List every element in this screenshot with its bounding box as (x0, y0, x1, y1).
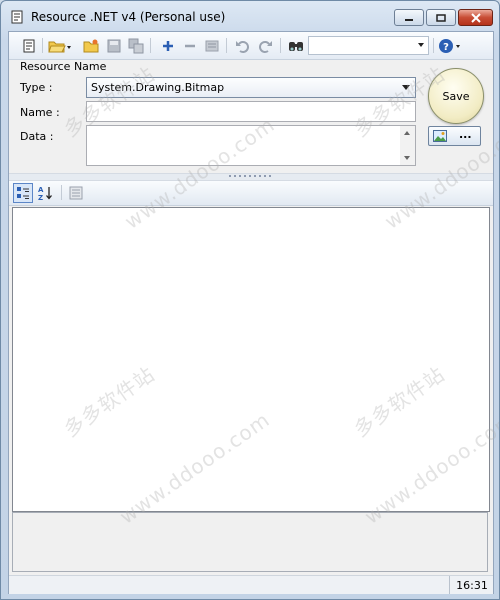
property-toolbar: AZ (9, 181, 493, 206)
browse-ellipsis: ... (459, 128, 472, 141)
toolbar-separator (42, 38, 43, 53)
panel-splitter[interactable] (9, 173, 493, 181)
open-button[interactable] (47, 36, 73, 55)
search-combo[interactable] (308, 36, 429, 55)
maximize-icon (427, 10, 455, 25)
main-toolbar: ? (9, 32, 493, 60)
status-time: 16:31 (449, 576, 494, 594)
image-icon (433, 130, 447, 142)
open-icon (48, 41, 71, 52)
browse-image-button[interactable]: ... (428, 126, 481, 146)
sort-alpha-icon: AZ (38, 186, 52, 201)
property-pages-icon (69, 186, 83, 200)
help-icon: ? (439, 38, 460, 53)
minimize-button[interactable] (394, 9, 424, 26)
find-icon (288, 41, 303, 51)
client-area: ? Resource Name Type : System.Drawing.Bi… (8, 31, 494, 594)
save-copy-button[interactable] (126, 36, 145, 55)
data-scrollbar[interactable] (400, 126, 415, 165)
chevron-down-icon[interactable] (418, 43, 424, 47)
alphabetical-button[interactable]: AZ (36, 183, 56, 203)
maximize-button[interactable] (426, 9, 456, 26)
svg-text:A: A (38, 186, 44, 194)
redo-button[interactable] (256, 36, 275, 55)
toolbar-separator (433, 38, 434, 53)
type-label: Type : (20, 81, 53, 94)
toolbar-separator (226, 38, 227, 53)
redo-icon (258, 40, 272, 53)
remove-button[interactable] (180, 36, 199, 55)
help-button[interactable]: ? (437, 36, 463, 55)
undo-button[interactable] (232, 36, 251, 55)
chevron-down-icon[interactable] (402, 85, 410, 90)
categorized-icon (17, 187, 29, 199)
rename-button[interactable] (202, 36, 221, 55)
undo-icon (235, 40, 249, 53)
scroll-up-icon[interactable] (404, 131, 410, 135)
status-bar: 16:31 (9, 575, 493, 594)
section-title: Resource Name (20, 60, 107, 73)
find-button[interactable] (286, 36, 305, 55)
save-disk-button[interactable] (104, 36, 123, 55)
minimize-icon (395, 10, 423, 25)
app-window: Resource .NET v4 (Personal use) ? Resour… (0, 0, 500, 600)
save-disk-icon (107, 39, 120, 52)
resource-app-icon (11, 10, 23, 24)
toolbar-separator (280, 38, 281, 53)
toolbar-separator (150, 38, 151, 53)
name-input[interactable] (86, 101, 416, 122)
save-button[interactable]: Save (428, 68, 484, 124)
new-button[interactable] (19, 36, 38, 55)
svg-text:?: ? (443, 42, 449, 53)
window-title: Resource .NET v4 (Personal use) (31, 10, 226, 24)
data-label: Data : (20, 130, 54, 143)
categorized-button[interactable] (13, 183, 33, 203)
name-label: Name : (20, 106, 60, 119)
open-folder-button[interactable] (81, 36, 100, 55)
close-button[interactable] (458, 9, 493, 26)
close-icon (459, 10, 492, 25)
splitter-grip[interactable] (229, 175, 273, 177)
open-folder-icon (83, 39, 98, 52)
svg-text:Z: Z (38, 194, 43, 201)
property-grid[interactable] (12, 207, 490, 512)
title-bar[interactable]: Resource .NET v4 (Personal use) (1, 1, 499, 31)
remove-icon (184, 44, 195, 47)
add-icon (162, 40, 173, 51)
type-select[interactable]: System.Drawing.Bitmap (86, 77, 416, 98)
rename-icon (205, 40, 218, 51)
type-select-value: System.Drawing.Bitmap (91, 81, 225, 94)
data-textarea[interactable] (86, 125, 416, 166)
add-button[interactable] (158, 36, 177, 55)
save-copy-icon (128, 38, 143, 53)
description-pane (12, 512, 488, 572)
property-pages-button[interactable] (66, 183, 86, 203)
toolbar-separator (61, 185, 62, 200)
scroll-down-icon[interactable] (404, 156, 410, 160)
new-icon (23, 39, 34, 52)
